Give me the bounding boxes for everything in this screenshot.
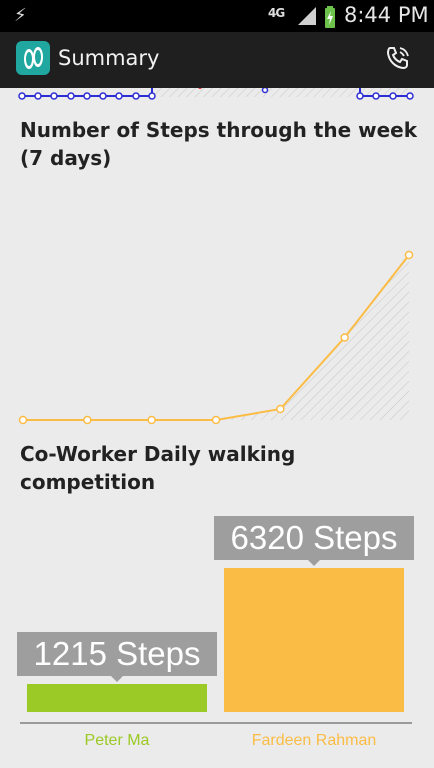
top-series-point: [99, 92, 107, 100]
previous-chart-fragment: [18, 88, 414, 100]
steps-point: [340, 333, 349, 342]
clock: 8:44 PM: [344, 3, 429, 27]
bar-label-pointer: [111, 676, 123, 682]
status-bar: ⚡ 4G 8:44 PM: [0, 0, 434, 32]
top-series-point: [115, 92, 123, 100]
steps-point: [18, 415, 28, 425]
steps-area-fill: [23, 255, 409, 420]
top-series-point: [406, 92, 414, 100]
bar-category-label: Fardeen Rahman: [252, 732, 377, 749]
steps-point: [404, 250, 414, 260]
signal-icon: [298, 7, 316, 25]
summary-content[interactable]: Number of Steps through the week (7 days…: [0, 88, 434, 768]
top-series-point: [261, 88, 269, 94]
action-bar: Summary: [0, 32, 434, 88]
battery-icon: [325, 6, 335, 28]
steps-week-chart: [18, 250, 414, 425]
steps-point: [147, 415, 156, 425]
page-title: Summary: [58, 46, 160, 70]
top-series-point: [50, 92, 58, 100]
network-type: 4G: [268, 6, 285, 20]
phone-icon[interactable]: [384, 44, 412, 72]
footprints-icon[interactable]: [16, 41, 50, 75]
top-series-point: [34, 92, 42, 100]
bar-value-label: 1215 Steps: [34, 635, 201, 672]
competition-heading: Co-Worker Daily walking competition: [20, 442, 296, 494]
top-series-point: [389, 92, 397, 100]
bar-label-pointer: [308, 560, 320, 566]
steps-point: [211, 415, 221, 425]
top-series-point: [18, 92, 26, 100]
top-series-point: [67, 92, 75, 100]
top-series-point: [372, 92, 380, 100]
bar-value-label: 6320 Steps: [231, 519, 398, 556]
top-series-point: [83, 92, 91, 100]
top-series-point: [356, 92, 364, 100]
steps-point: [83, 415, 92, 425]
steps-point: [276, 404, 285, 414]
top-series-point: [148, 92, 156, 100]
top-series-point: [132, 92, 140, 100]
competition-chart: 1215 Steps Peter Ma 6320 Steps Fardeen Rahm…: [17, 516, 414, 749]
bar: [224, 568, 404, 712]
bar-category-label: Peter Ma: [85, 732, 150, 749]
steps-week-heading: Number of Steps through the week (7 days…: [20, 118, 418, 170]
bar: [27, 684, 207, 712]
usb-icon: ⚡: [14, 5, 27, 26]
